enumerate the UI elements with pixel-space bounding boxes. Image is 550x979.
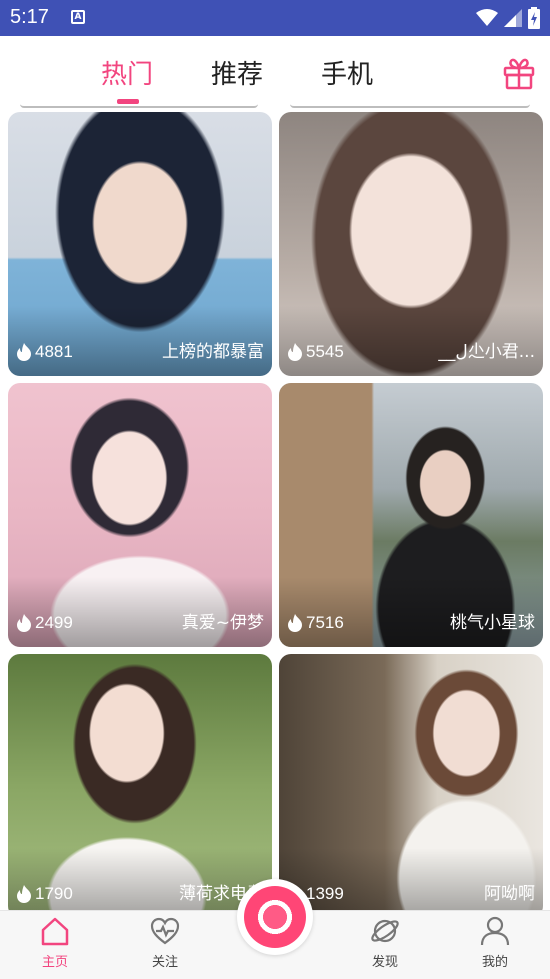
live-card[interactable]: 2499 真爱~伊梦	[8, 383, 272, 647]
scrolled-card-edge	[20, 102, 258, 108]
live-card[interactable]: 5545 __ل尐小君...	[279, 112, 543, 376]
wifi-icon	[476, 9, 498, 26]
streamer-name: 上榜的都暴富	[162, 342, 264, 362]
tab-phone[interactable]: 手机	[321, 54, 373, 91]
live-card[interactable]: 7516 桃气小星球	[279, 383, 543, 647]
person-icon	[480, 916, 510, 946]
nav-me[interactable]: 我的	[460, 915, 530, 970]
streamer-name: 真爱~伊梦	[181, 613, 264, 633]
scrolled-card-edge	[290, 102, 530, 108]
status-bar: 5:17 A	[0, 0, 550, 36]
heat-count: 2499	[16, 613, 73, 633]
heat-count: 1790	[16, 884, 73, 904]
nav-me-label: 我的	[481, 955, 508, 970]
heat-count: 4881	[16, 342, 73, 362]
tab-hot[interactable]: 热门	[101, 54, 153, 91]
live-card[interactable]: 1399 阿呦啊	[279, 654, 543, 918]
flame-icon	[288, 614, 302, 632]
heat-value: 1399	[306, 884, 344, 903]
heat-value: 1790	[35, 884, 73, 903]
live-card[interactable]: 4881 上榜的都暴富	[8, 112, 272, 376]
nav-discover[interactable]: 发现	[350, 915, 420, 970]
status-time: 5:17	[10, 6, 49, 28]
nav-follow[interactable]: 关注	[130, 915, 200, 970]
heat-value: 5545	[306, 342, 344, 361]
top-tab-bar: 热门 推荐 手机	[0, 36, 550, 106]
gift-icon[interactable]	[502, 56, 536, 90]
home-icon	[41, 917, 69, 946]
nav-discover-label: 发现	[371, 955, 398, 970]
status-icons	[476, 7, 540, 29]
camera-lens-icon	[244, 886, 306, 948]
nav-home-label: 主页	[41, 955, 68, 970]
flame-icon	[17, 885, 31, 903]
battery-icon	[528, 7, 540, 29]
flame-icon	[288, 343, 302, 361]
streamer-name: 阿呦啊	[484, 884, 535, 904]
heat-count: 5545	[287, 342, 344, 362]
signal-icon	[504, 9, 522, 27]
heart-pulse-icon	[150, 917, 180, 945]
streamer-name: 桃气小星球	[450, 613, 535, 633]
heat-value: 7516	[306, 613, 344, 632]
flame-icon	[17, 343, 31, 361]
nav-follow-label: 关注	[151, 955, 178, 970]
nav-home[interactable]: 主页	[20, 915, 90, 970]
heat-value: 2499	[35, 613, 73, 632]
heat-count: 7516	[287, 613, 344, 633]
notification-a-icon: A	[71, 10, 85, 24]
heat-value: 4881	[35, 342, 73, 361]
streamer-name: __ل尐小君...	[438, 342, 535, 362]
planet-icon	[371, 919, 399, 943]
live-card[interactable]: 1790 薄荷求电费	[8, 654, 272, 918]
tab-recommend[interactable]: 推荐	[211, 54, 263, 91]
start-live-button[interactable]	[237, 879, 313, 955]
flame-icon	[17, 614, 31, 632]
